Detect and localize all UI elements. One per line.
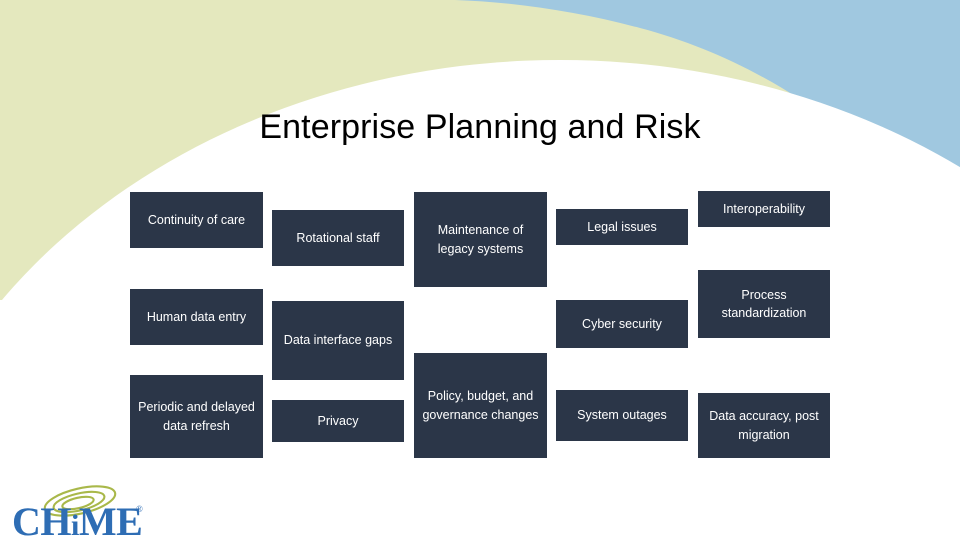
risk-box-label: Maintenance of legacy systems <box>437 223 524 256</box>
risk-box[interactable]: System outages <box>556 390 688 441</box>
risk-box[interactable]: Process standardization <box>698 270 830 338</box>
risk-box[interactable]: Policy, budget, and governance changes <box>414 353 547 458</box>
risk-box-label: Rotational staff <box>296 230 380 245</box>
risk-box-label: Cyber security <box>582 316 662 331</box>
chime-logo: CHiME ® <box>8 484 168 540</box>
risk-box-label: Human data entry <box>146 309 247 324</box>
risk-box[interactable]: Maintenance of legacy systems <box>414 192 547 287</box>
risk-box-label: Data accuracy, post migration <box>709 409 819 442</box>
risk-box-label: System outages <box>577 408 667 423</box>
risk-box-label: Periodic and delayed data refresh <box>138 400 255 433</box>
chime-wordmark: CHiME <box>12 499 143 540</box>
risk-box-label: Policy, budget, and governance changes <box>422 389 539 422</box>
risk-box-label: Continuity of care <box>147 212 246 227</box>
risk-box-label: Privacy <box>317 413 359 428</box>
risk-box[interactable]: Rotational staff <box>272 210 404 266</box>
risk-box[interactable]: Data accuracy, post migration <box>698 393 830 458</box>
risk-box-label: Data interface gaps <box>283 333 393 348</box>
chime-wordmark-me: ME <box>78 499 143 540</box>
risk-box[interactable]: Privacy <box>272 400 404 442</box>
risk-box[interactable]: Continuity of care <box>130 192 263 248</box>
chime-wordmark-i: i <box>71 509 79 540</box>
slide-canvas: Enterprise Planning and Risk Continuity … <box>0 0 960 540</box>
risk-box[interactable]: Cyber security <box>556 300 688 348</box>
risk-box[interactable]: Data interface gaps <box>272 301 404 380</box>
registered-mark: ® <box>136 504 143 514</box>
risk-box-label: Process standardization <box>721 287 807 320</box>
page-title: Enterprise Planning and Risk <box>259 108 701 146</box>
risk-box[interactable]: Human data entry <box>130 289 263 345</box>
risk-box-label: Interoperability <box>723 201 805 216</box>
risk-box[interactable]: Periodic and delayed data refresh <box>130 375 263 458</box>
chime-wordmark-ch: CH <box>12 499 72 540</box>
risk-box[interactable]: Interoperability <box>698 191 830 227</box>
risk-box-label: Legal issues <box>587 219 657 234</box>
risk-box[interactable]: Legal issues <box>556 209 688 245</box>
